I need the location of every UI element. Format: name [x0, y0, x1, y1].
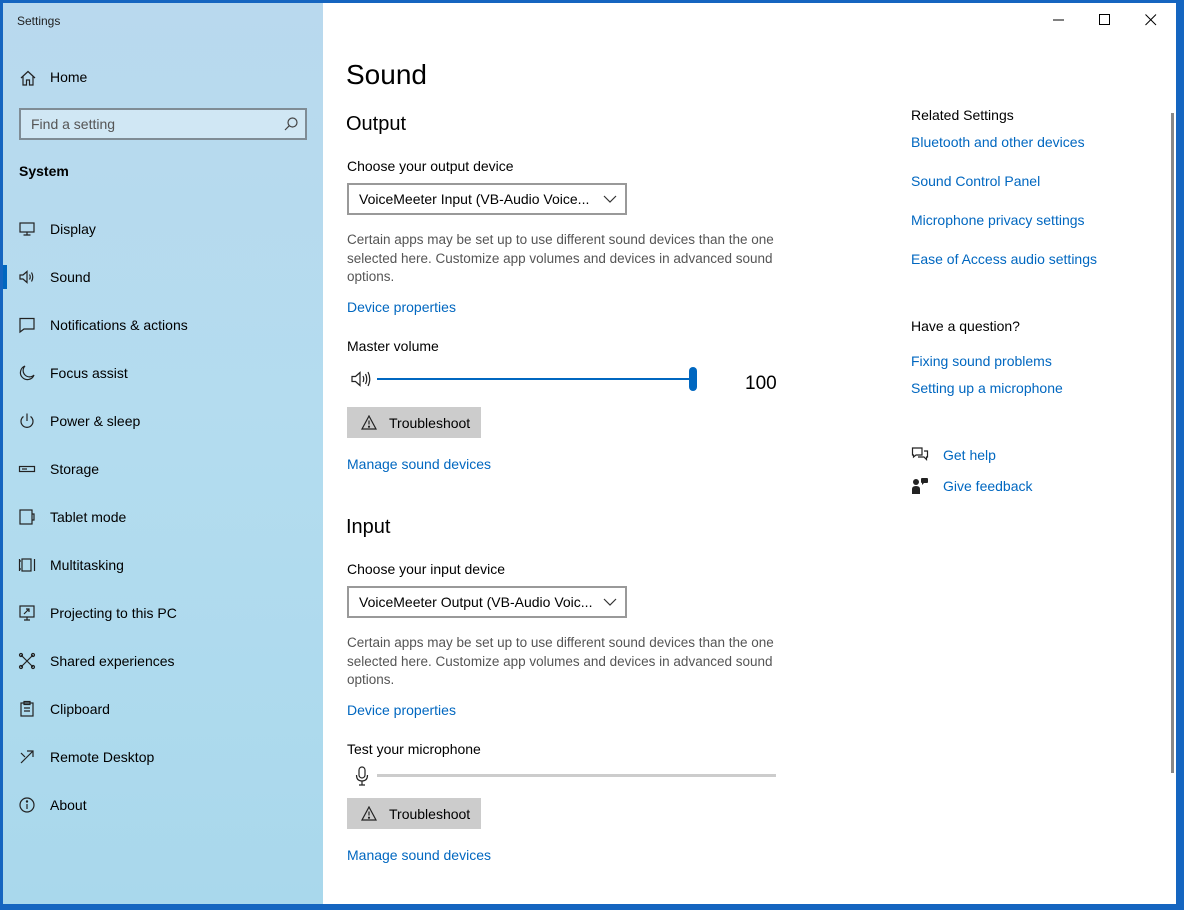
search-box[interactable]	[19, 108, 307, 140]
have-a-question-heading: Have a question?	[911, 318, 1020, 334]
give-feedback-icon	[912, 478, 928, 494]
input-heading: Input	[346, 516, 391, 538]
sidebar-item-label: Remote Desktop	[50, 749, 155, 765]
related-link-ease-of-access-audio[interactable]: Ease of Access audio settings	[911, 251, 1097, 267]
sidebar-item-label: Power & sleep	[50, 413, 141, 429]
sidebar-item-label: Sound	[50, 269, 91, 285]
sidebar-item-label: Projecting to this PC	[50, 605, 177, 621]
output-description: Certain apps may be set up to use differ…	[347, 232, 774, 284]
warning-icon	[361, 415, 377, 430]
sidebar-item-label: Display	[50, 221, 96, 237]
sidebar-item-tablet-mode[interactable]: Tablet mode	[3, 493, 323, 541]
sidebar: Settings Home System Display Sound	[3, 3, 323, 904]
master-volume-slider-track[interactable]	[377, 378, 693, 380]
output-device-properties-link[interactable]: Device properties	[347, 299, 456, 315]
output-heading: Output	[346, 113, 407, 135]
test-microphone-label: Test your microphone	[347, 741, 481, 757]
sidebar-item-clipboard[interactable]: Clipboard	[3, 685, 323, 733]
tablet-icon	[19, 509, 35, 525]
input-troubleshoot-button[interactable]: Troubleshoot	[347, 798, 481, 829]
notification-icon	[19, 317, 35, 334]
projector-icon	[19, 605, 35, 621]
app-title: Settings	[17, 14, 61, 28]
search-input[interactable]	[21, 110, 279, 138]
input-device-dropdown[interactable]: VoiceMeeter Output (VB-Audio Voic...	[347, 586, 627, 618]
master-volume-value: 100	[745, 373, 777, 394]
related-link-sound-control-panel[interactable]: Sound Control Panel	[911, 173, 1040, 189]
input-device-properties-link[interactable]: Device properties	[347, 702, 456, 718]
sidebar-nav: Display Sound Notifications & actions Fo…	[3, 205, 323, 829]
page-title: Sound	[346, 59, 427, 90]
sidebar-item-storage[interactable]: Storage	[3, 445, 323, 493]
output-manage-sound-devices-link[interactable]: Manage sound devices	[347, 456, 491, 472]
related-link-microphone-privacy[interactable]: Microphone privacy settings	[911, 212, 1085, 228]
chevron-down-icon	[603, 195, 617, 203]
troubleshoot-label: Troubleshoot	[389, 806, 471, 822]
output-troubleshoot-button[interactable]: Troubleshoot	[347, 407, 481, 438]
sidebar-home[interactable]: Home	[3, 59, 323, 95]
power-icon	[20, 413, 34, 428]
question-link-setting-up-microphone[interactable]: Setting up a microphone	[911, 380, 1063, 396]
sidebar-item-label: Storage	[50, 461, 100, 477]
multitasking-icon	[18, 558, 36, 572]
master-volume-slider-thumb[interactable]	[689, 367, 697, 391]
speaker-icon	[19, 270, 34, 284]
master-volume-label: Master volume	[347, 338, 439, 354]
sidebar-item-remote-desktop[interactable]: Remote Desktop	[3, 733, 323, 781]
sidebar-item-label: Multitasking	[50, 557, 124, 573]
sidebar-item-label: About	[50, 797, 87, 813]
storage-icon	[18, 465, 36, 473]
get-help-link[interactable]: Get help	[943, 447, 996, 463]
get-help-icon	[911, 447, 929, 461]
output-device-dropdown[interactable]: VoiceMeeter Input (VB-Audio Voice...	[347, 183, 627, 215]
shared-icon	[18, 652, 36, 670]
microphone-level-meter	[377, 774, 776, 777]
sidebar-item-sound[interactable]: Sound	[3, 253, 323, 301]
give-feedback-link[interactable]: Give feedback	[943, 478, 1033, 494]
info-icon	[19, 797, 35, 813]
question-link-fixing-sound[interactable]: Fixing sound problems	[911, 353, 1052, 369]
related-settings-heading: Related Settings	[911, 107, 1014, 123]
sidebar-item-shared-experiences[interactable]: Shared experiences	[3, 637, 323, 685]
sidebar-item-power-sleep[interactable]: Power & sleep	[3, 397, 323, 445]
sidebar-item-notifications[interactable]: Notifications & actions	[3, 301, 323, 349]
scrollbar[interactable]	[1171, 113, 1174, 773]
section-label-system: System	[19, 163, 69, 179]
settings-window: Settings Home System Display Sound	[3, 3, 1176, 904]
output-device-label: Choose your output device	[347, 158, 514, 174]
sidebar-item-label: Notifications & actions	[50, 317, 188, 333]
sidebar-item-focus-assist[interactable]: Focus assist	[3, 349, 323, 397]
sidebar-item-about[interactable]: About	[3, 781, 323, 829]
sidebar-item-projecting[interactable]: Projecting to this PC	[3, 589, 323, 637]
sidebar-item-label: Shared experiences	[50, 653, 175, 669]
search-icon[interactable]	[283, 116, 299, 132]
microphone-icon	[355, 766, 369, 786]
home-label: Home	[50, 69, 88, 85]
input-manage-sound-devices-link[interactable]: Manage sound devices	[347, 847, 491, 863]
home-icon	[20, 70, 36, 86]
output-device-value: VoiceMeeter Input (VB-Audio Voice...	[359, 191, 590, 207]
troubleshoot-label: Troubleshoot	[389, 415, 471, 431]
monitor-icon	[19, 222, 35, 236]
input-device-value: VoiceMeeter Output (VB-Audio Voic...	[359, 594, 593, 610]
clipboard-icon	[20, 700, 34, 717]
input-device-label: Choose your input device	[347, 561, 505, 577]
sidebar-item-multitasking[interactable]: Multitasking	[3, 541, 323, 589]
volume-icon[interactable]	[351, 370, 373, 388]
moon-icon	[19, 365, 35, 381]
chevron-down-icon	[603, 598, 617, 606]
sidebar-item-label: Tablet mode	[50, 509, 127, 525]
related-link-bluetooth[interactable]: Bluetooth and other devices	[911, 134, 1085, 150]
sidebar-item-label: Clipboard	[50, 701, 110, 717]
remote-desktop-icon	[20, 750, 34, 764]
input-description: Certain apps may be set up to use differ…	[347, 635, 774, 687]
main-content: Sound Output Choose your output device V…	[323, 3, 1176, 904]
sidebar-item-display[interactable]: Display	[3, 205, 323, 253]
sidebar-item-label: Focus assist	[50, 365, 128, 381]
warning-icon	[361, 806, 377, 821]
